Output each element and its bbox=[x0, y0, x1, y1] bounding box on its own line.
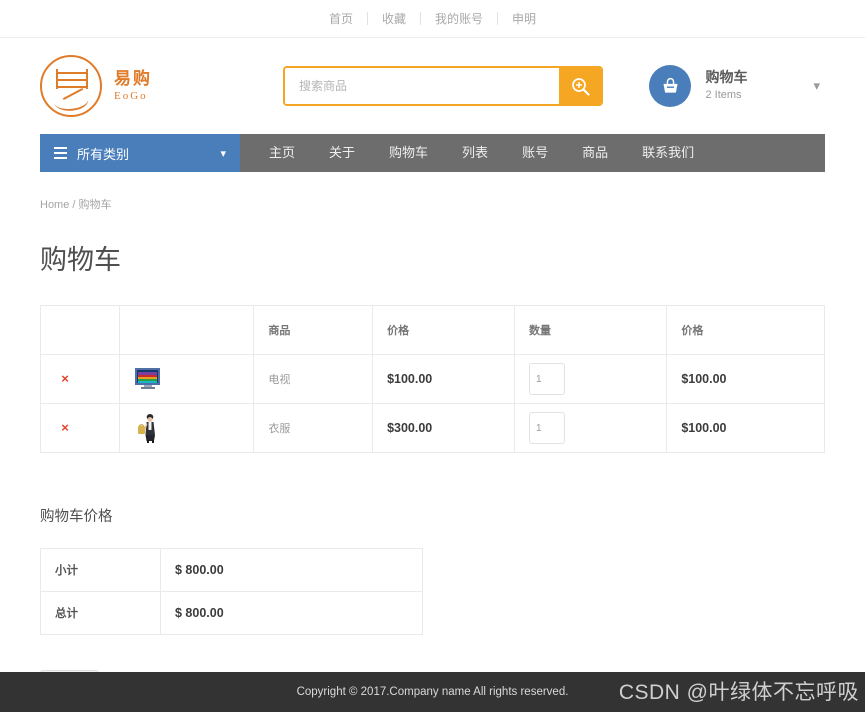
table-row: 小计 $ 800.00 bbox=[40, 548, 423, 592]
cart-item-count: 2 Items bbox=[705, 89, 742, 102]
nav-link-list[interactable]: 列表 bbox=[445, 134, 505, 172]
cart-totals-table: 小计 $ 800.00 总计 $ 800.00 bbox=[40, 548, 423, 635]
chevron-down-icon: ▾ bbox=[220, 147, 226, 160]
nav-link-account[interactable]: 账号 bbox=[505, 134, 565, 172]
cart-row-price-cell: $300.00 bbox=[372, 403, 515, 453]
television-thumbnail-icon bbox=[134, 368, 160, 389]
site-logo[interactable]: 易购 EoGo bbox=[40, 55, 280, 117]
table-row: × bbox=[40, 403, 825, 453]
grandtotal-value: $ 800.00 bbox=[160, 591, 423, 635]
logo-name-en: EoGo bbox=[114, 90, 148, 102]
cart-row-name-cell: 衣服 bbox=[253, 403, 374, 453]
page-content: Home / 购物车 购物车 商品 价格 数量 价格 × 电视 $100.00 … bbox=[0, 196, 865, 712]
cart-table-body: × 电视 $100.00 1 $100.00 × 衣服 $300.00 1 $1… bbox=[40, 354, 825, 453]
search-input[interactable] bbox=[285, 68, 559, 104]
logo-text: 易购 EoGo bbox=[114, 70, 152, 102]
cart-items-table: 商品 价格 数量 价格 × 电视 $100.00 1 $100.00 × 衣服 … bbox=[40, 305, 825, 453]
cart-row-name-cell: 电视 bbox=[253, 354, 374, 404]
cart-row-image-cell bbox=[118, 354, 255, 404]
cart-row-price-cell: $100.00 bbox=[372, 354, 515, 404]
product-price: $300.00 bbox=[387, 421, 433, 435]
product-line-total: $100.00 bbox=[681, 372, 727, 386]
main-nav-links: 主页 关于 购物车 列表 账号 商品 联系我们 bbox=[240, 134, 711, 172]
product-price: $100.00 bbox=[387, 372, 433, 386]
cart-row-remove-cell: × bbox=[40, 354, 120, 404]
cart-table-head: 商品 价格 数量 价格 bbox=[40, 305, 825, 355]
all-categories-dropdown[interactable]: 所有类别 ▾ bbox=[40, 134, 240, 172]
nav-link-cart[interactable]: 购物车 bbox=[372, 134, 445, 172]
topbar-link-statement[interactable]: 申明 bbox=[498, 12, 550, 26]
site-header: 易购 EoGo 搜索商品 购物车 2 Items ▾ bbox=[0, 38, 865, 134]
cart-icon-circle bbox=[649, 65, 692, 107]
top-utility-nav: 首页 收藏 我的账号 申明 bbox=[315, 12, 550, 26]
cart-row-image-cell bbox=[118, 403, 255, 453]
quantity-input[interactable] bbox=[528, 363, 565, 395]
cart-row-remove-cell: × bbox=[40, 403, 120, 453]
page-title: 购物车 bbox=[40, 245, 121, 275]
topbar-link-my-account[interactable]: 我的账号 bbox=[421, 12, 497, 26]
search-bar bbox=[283, 66, 603, 106]
cart-row-total-cell: $100.00 bbox=[666, 403, 825, 453]
table-row: × bbox=[40, 354, 825, 404]
breadcrumb: Home / 购物车 bbox=[40, 196, 825, 212]
nav-link-products[interactable]: 商品 bbox=[565, 134, 625, 172]
hamburger-icon bbox=[54, 147, 67, 159]
quantity-input[interactable] bbox=[528, 412, 565, 444]
basket-icon bbox=[663, 77, 678, 93]
clothing-thumbnail-icon bbox=[137, 414, 155, 443]
footer-copyright: Copyright © 2017.Company name All rights… bbox=[296, 686, 569, 698]
cart-chevron-down-icon[interactable]: ▾ bbox=[813, 78, 820, 94]
topbar-link-favorites[interactable]: 收藏 bbox=[368, 12, 420, 26]
cart-header-price: 价格 bbox=[372, 305, 515, 355]
product-name: 电视 bbox=[268, 374, 291, 386]
product-name: 衣服 bbox=[268, 423, 291, 435]
search-icon bbox=[571, 77, 590, 96]
cart-labels: 购物车 2 Items bbox=[705, 69, 747, 103]
cart-header-remove bbox=[40, 305, 120, 355]
nav-link-about[interactable]: 关于 bbox=[312, 134, 372, 172]
table-row: 总计 $ 800.00 bbox=[40, 591, 423, 635]
all-categories-label: 所有类别 bbox=[77, 146, 130, 162]
cart-row-qty-cell bbox=[513, 354, 668, 404]
search-button[interactable] bbox=[559, 68, 601, 104]
breadcrumb-current: 购物车 bbox=[78, 199, 112, 211]
remove-item-icon[interactable]: × bbox=[55, 420, 75, 435]
breadcrumb-separator: / bbox=[72, 199, 76, 211]
remove-item-icon[interactable]: × bbox=[55, 371, 75, 386]
nav-link-home[interactable]: 主页 bbox=[252, 134, 312, 172]
cart-header-product: 商品 bbox=[253, 305, 374, 355]
cart-header-quantity: 数量 bbox=[513, 305, 668, 355]
topbar-link-home[interactable]: 首页 bbox=[315, 12, 367, 26]
cart-title: 购物车 bbox=[705, 68, 748, 85]
grandtotal-label: 总计 bbox=[40, 591, 161, 635]
cart-header-total: 价格 bbox=[666, 305, 825, 355]
nav-link-contact[interactable]: 联系我们 bbox=[625, 134, 711, 172]
header-cart-widget[interactable]: 购物车 2 Items ▾ bbox=[649, 65, 825, 107]
cart-totals-title: 购物车价格 bbox=[40, 509, 113, 525]
cart-header-image bbox=[118, 305, 255, 355]
top-utility-bar: 首页 收藏 我的账号 申明 bbox=[0, 0, 865, 38]
product-line-total: $100.00 bbox=[681, 421, 727, 435]
eogo-circle-logo-icon bbox=[40, 55, 102, 117]
breadcrumb-home[interactable]: Home bbox=[40, 199, 69, 211]
main-navigation: 所有类别 ▾ 主页 关于 购物车 列表 账号 商品 联系我们 bbox=[40, 134, 825, 172]
subtotal-label: 小计 bbox=[40, 548, 161, 592]
subtotal-value: $ 800.00 bbox=[160, 548, 423, 592]
cart-row-qty-cell bbox=[513, 403, 668, 453]
site-footer: Copyright © 2017.Company name All rights… bbox=[0, 672, 865, 712]
cart-page: 首页 收藏 我的账号 申明 易购 EoGo 搜索商品 购物车 2 Items ▾… bbox=[0, 0, 865, 712]
cart-row-total-cell: $100.00 bbox=[666, 354, 825, 404]
cart-table-header-row: 商品 价格 数量 价格 bbox=[40, 305, 825, 355]
logo-name-cn: 易购 bbox=[114, 69, 152, 88]
